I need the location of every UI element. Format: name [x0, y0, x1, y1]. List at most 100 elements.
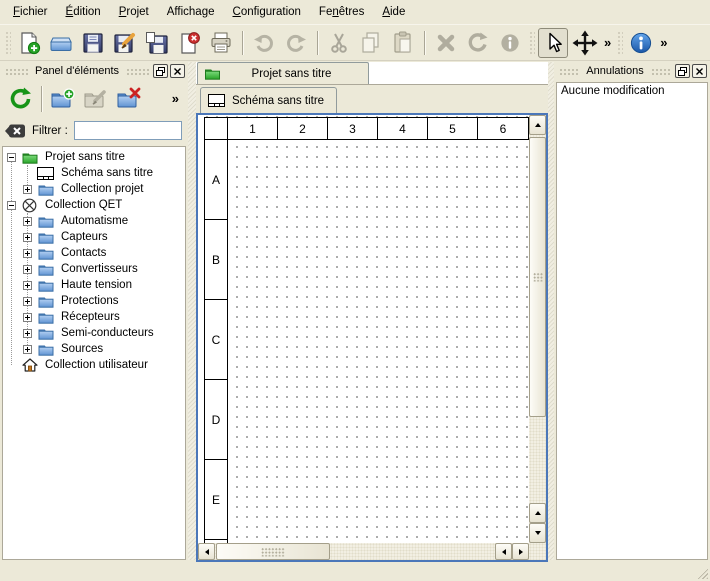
titlebar-texture — [5, 68, 28, 75]
row-label-D: D — [205, 380, 227, 460]
toolbar-drag-handle[interactable] — [616, 30, 623, 56]
scroll-up-button[interactable] — [529, 115, 546, 135]
tree-item-recepteurs[interactable]: Récepteurs — [3, 309, 185, 325]
undo-panel-title: Annulations — [581, 65, 649, 77]
expand-icon[interactable] — [23, 297, 32, 306]
titlebar-texture — [126, 68, 149, 75]
expand-icon[interactable] — [23, 345, 32, 354]
tree-item-convertisseurs[interactable]: Convertisseurs — [3, 261, 185, 277]
tree-indent-spacer — [23, 169, 32, 178]
folder-blue-icon — [37, 214, 54, 229]
select-pointer-button[interactable] — [538, 28, 568, 58]
diagram-corner-cell — [204, 117, 228, 140]
menu-aide[interactable]: Aide — [373, 2, 414, 22]
tree-item-semi-conducteurs[interactable]: Semi-conducteurs — [3, 325, 185, 341]
row-label-E: E — [205, 460, 227, 540]
expand-icon[interactable] — [23, 313, 32, 322]
menu-fichier[interactable]: Fichier — [4, 2, 57, 22]
new-category-button[interactable] — [46, 83, 79, 114]
element-info-button — [495, 28, 525, 58]
float-panel-button[interactable] — [153, 64, 168, 78]
filter-input[interactable] — [74, 121, 182, 140]
save-all-button[interactable] — [142, 28, 172, 58]
up-arrow-icon — [535, 511, 541, 515]
folder-blue-icon — [37, 326, 54, 341]
left-splitter-handle[interactable] — [188, 62, 196, 560]
main-toolbar: » » — [0, 25, 710, 61]
reload-collections-button[interactable] — [4, 83, 37, 114]
scroll-left-button-right[interactable] — [495, 543, 512, 560]
scroll-left-button[interactable] — [198, 543, 215, 560]
left-arrow-icon — [502, 549, 506, 555]
scroll-right-button[interactable] — [512, 543, 529, 560]
horizontal-scroll-thumb[interactable] — [216, 543, 330, 560]
save-as-button[interactable] — [110, 28, 140, 58]
scroll-down-button[interactable] — [529, 523, 546, 543]
undo-history-list[interactable]: Aucune modification — [556, 82, 708, 560]
toolbar-drag-handle[interactable] — [528, 30, 535, 56]
toolbar-drag-handle[interactable] — [4, 30, 11, 56]
float-panel-button[interactable] — [675, 64, 690, 78]
expand-icon[interactable] — [23, 265, 32, 274]
expand-icon[interactable] — [23, 185, 32, 194]
expand-icon[interactable] — [23, 217, 32, 226]
toolbar-overflow-button[interactable]: » — [601, 35, 614, 50]
move-tool-button[interactable] — [570, 28, 600, 58]
horizontal-scrollbar[interactable] — [198, 543, 529, 560]
menu-configuration[interactable]: Configuration — [224, 2, 310, 22]
clear-filter-button[interactable] — [5, 123, 26, 139]
menu-fenetres[interactable]: Fenêtres — [310, 2, 373, 22]
resize-grip[interactable] — [695, 566, 708, 579]
tree-item-collection-projet[interactable]: Collection projet — [3, 181, 185, 197]
tree-item-collection-utilisateur[interactable]: Collection utilisateur — [3, 357, 185, 373]
tree-item-protections[interactable]: Protections — [3, 293, 185, 309]
scroll-up-button-bottom[interactable] — [529, 503, 546, 523]
tree-indent-spacer — [7, 361, 16, 370]
expand-icon[interactable] — [23, 249, 32, 258]
expand-icon[interactable] — [23, 329, 32, 338]
tree-item-collection-qet[interactable]: Collection QET — [3, 197, 185, 213]
tree-item-projet-sans-titre[interactable]: Projet sans titre — [3, 149, 185, 165]
tree-item-sources[interactable]: Sources — [3, 341, 185, 357]
tree-item-label: Protections — [59, 295, 121, 307]
elements-panel-titlebar[interactable]: Panel d'éléments — [0, 62, 188, 80]
tab-project[interactable]: Projet sans titre — [197, 62, 369, 84]
save-button[interactable] — [78, 28, 108, 58]
vertical-scrollbar[interactable] — [529, 115, 546, 543]
tree-item-automatisme[interactable]: Automatisme — [3, 213, 185, 229]
delete-category-button[interactable] — [112, 83, 145, 114]
row-label-C: C — [205, 300, 227, 380]
home-icon — [21, 358, 38, 373]
menu-projet[interactable]: Projet — [110, 2, 158, 22]
about-info-button[interactable] — [626, 28, 656, 58]
close-panel-button[interactable] — [170, 64, 185, 78]
expand-icon[interactable] — [23, 233, 32, 242]
vertical-scroll-thumb[interactable] — [529, 137, 546, 417]
toolbar-separator — [317, 31, 318, 55]
folder-blue-icon — [37, 246, 54, 261]
close-panel-button[interactable] — [692, 64, 707, 78]
print-button[interactable] — [206, 28, 236, 58]
rotate-button — [463, 28, 493, 58]
tree-item-capteurs[interactable]: Capteurs — [3, 229, 185, 245]
expand-icon[interactable] — [23, 281, 32, 290]
diagram-canvas[interactable]: 123456 ABCDE — [198, 115, 529, 543]
tree-item-label: Collection QET — [43, 199, 124, 211]
new-document-button[interactable] — [14, 28, 44, 58]
toolbar-overflow-button[interactable]: » — [657, 35, 670, 50]
status-bar — [0, 562, 710, 581]
tree-item-label: Récepteurs — [59, 311, 122, 323]
close-file-button[interactable] — [174, 28, 204, 58]
collapse-icon[interactable] — [7, 201, 16, 210]
undo-empty-item: Aucune modification — [561, 85, 703, 97]
tree-item-schema-sans-titre[interactable]: Schéma sans titre — [3, 165, 185, 181]
collections-toolbar-overflow-button[interactable]: » — [169, 91, 184, 106]
tab-schema[interactable]: Schéma sans titre — [200, 87, 337, 113]
tree-item-haute-tension[interactable]: Haute tension — [3, 277, 185, 293]
open-project-button[interactable] — [46, 28, 76, 58]
menu-edition[interactable]: Édition — [57, 2, 110, 22]
menu-affichage[interactable]: Affichage — [158, 2, 224, 22]
undo-panel-titlebar[interactable]: Annulations — [554, 62, 710, 80]
tree-item-contacts[interactable]: Contacts — [3, 245, 185, 261]
collapse-icon[interactable] — [7, 153, 16, 162]
